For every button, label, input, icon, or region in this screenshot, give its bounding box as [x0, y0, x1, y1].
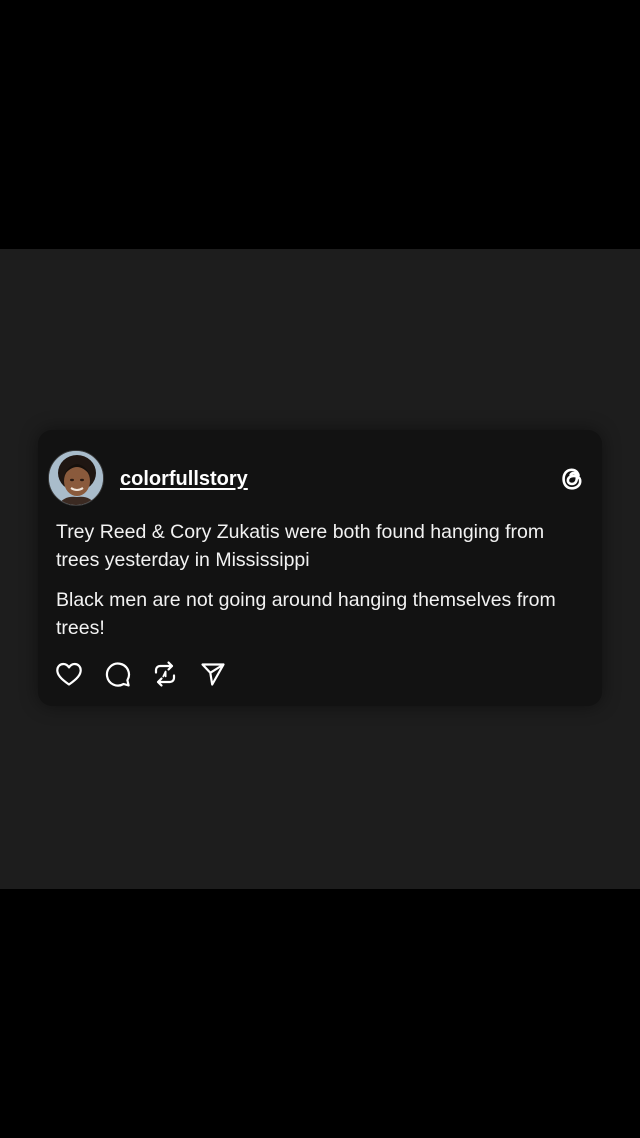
post-paragraph: Black men are not going around hanging t… [56, 589, 556, 639]
avatar-photo [49, 451, 103, 505]
heart-icon[interactable] [54, 659, 84, 689]
repost-icon[interactable] [150, 659, 180, 689]
post-card[interactable]: colorfullstory Trey Reed & Cory Zukatis … [38, 430, 602, 706]
comment-icon[interactable] [102, 659, 132, 689]
threads-logo-icon[interactable] [556, 463, 588, 495]
username-link[interactable]: colorfullstory [120, 467, 248, 491]
post-paragraph: Trey Reed & Cory Zukatis were both found… [56, 521, 545, 571]
screen: colorfullstory Trey Reed & Cory Zukatis … [0, 0, 640, 1138]
avatar[interactable] [48, 450, 104, 506]
post-text: Trey Reed & Cory Zukatis were both found… [56, 518, 592, 654]
share-icon[interactable] [198, 659, 228, 689]
